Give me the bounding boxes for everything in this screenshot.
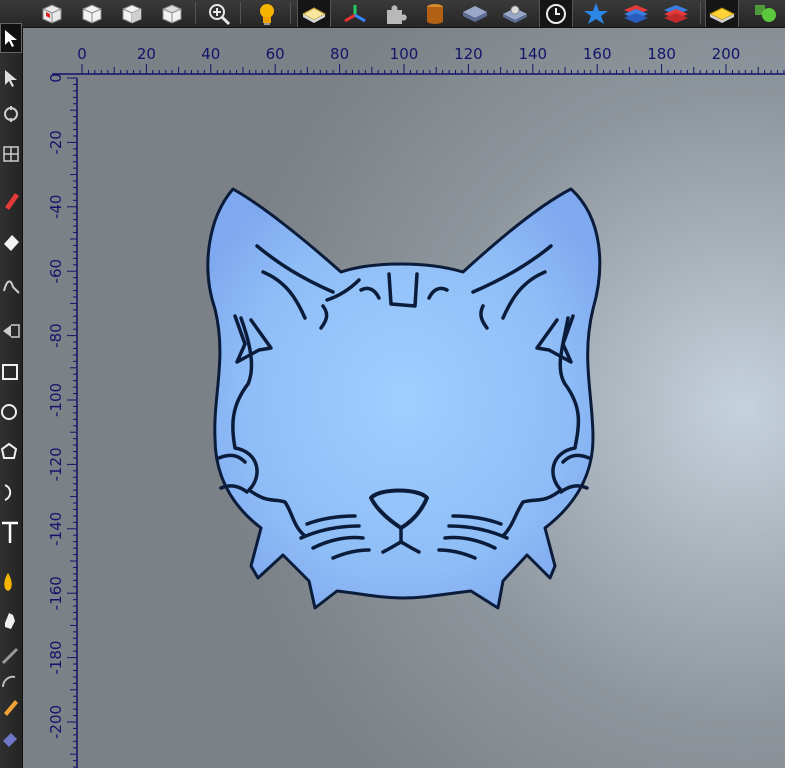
ruler-x-label: 160 (583, 45, 612, 63)
main-toolbar (0, 0, 785, 28)
layers-blue-icon[interactable] (619, 0, 653, 27)
fill-bucket-icon[interactable] (0, 567, 22, 597)
stack-slab-icon[interactable] (458, 0, 492, 27)
side-view-icon[interactable] (115, 0, 149, 27)
eraser-icon[interactable] (0, 227, 22, 257)
crop-arrow-icon[interactable] (0, 315, 22, 345)
flat-layer-icon[interactable] (297, 0, 331, 27)
ruler-x-label: 200 (712, 45, 741, 63)
pencil-icon[interactable] (0, 691, 22, 721)
tools-sidebar (0, 23, 23, 768)
transform-icon[interactable] (0, 99, 22, 129)
ruler-y-label: -140 (47, 512, 65, 546)
design-viewport: 0 20 40 60 80 100 120 140 160 180 200 0 -20 -40 -60 -8… (47, 45, 785, 768)
rectangle-icon[interactable] (0, 357, 22, 387)
view-cube-icon[interactable] (35, 0, 69, 27)
vertical-ruler: 0 -20 -40 -60 -80 -100 -120 -140 -160 -180 -200 (47, 73, 78, 768)
front-view-icon[interactable] (75, 0, 109, 27)
text-tool-icon[interactable] (0, 517, 22, 547)
polygon-icon[interactable] (0, 437, 22, 467)
star-icon[interactable] (579, 0, 613, 27)
ruler-y-label: 0 (47, 73, 65, 83)
ruler-y-label: -120 (47, 447, 65, 481)
ruler-y-label: -100 (47, 383, 65, 417)
ruler-x-label: 100 (390, 45, 419, 63)
ellipse-icon[interactable] (0, 397, 22, 427)
arc-icon[interactable] (0, 477, 22, 507)
ruler-y-label: -180 (47, 641, 65, 675)
stack-gear-icon[interactable] (498, 0, 532, 27)
ruler-x-label: 60 (266, 45, 285, 63)
axes-icon[interactable] (338, 0, 372, 27)
yellow-slab-icon[interactable] (705, 0, 739, 27)
smooth-tool-icon[interactable] (0, 271, 22, 301)
cat-head-shape[interactable] (206, 187, 602, 610)
warp-grid-icon[interactable] (0, 139, 22, 169)
ruler-x-label: 140 (518, 45, 547, 63)
puzzle-icon[interactable] (378, 0, 412, 27)
ruler-x-label: 40 (201, 45, 220, 63)
ruler-y-label: -160 (47, 576, 65, 610)
hand-pan-icon[interactable] (0, 605, 22, 635)
ruler-x-label: 180 (647, 45, 676, 63)
ruler-y-label: -80 (47, 323, 65, 348)
ruler-x-label: 0 (77, 45, 87, 63)
design-canvas[interactable]: 0 20 40 60 80 100 120 140 160 180 200 0 -20 -40 -60 -8… (23, 28, 785, 768)
ruler-y-label: -40 (47, 195, 65, 220)
sculpt-block-icon[interactable] (0, 723, 22, 753)
ruler-x-label: 20 (137, 45, 156, 63)
ruler-x-label: 80 (330, 45, 349, 63)
ruler-y-label: -200 (47, 705, 65, 739)
pen-tool-icon[interactable] (0, 185, 22, 215)
horizontal-ruler: 0 20 40 60 80 100 120 140 160 180 200 (52, 45, 785, 75)
ruler-y-label: -20 (47, 130, 65, 155)
green-shapes-icon[interactable] (749, 0, 783, 27)
ruler-y-label: -60 (47, 259, 65, 284)
light-bulb-icon[interactable] (250, 0, 284, 27)
clock-icon[interactable] (539, 0, 573, 27)
cylinder-icon[interactable] (418, 0, 452, 27)
zoom-in-icon[interactable] (202, 0, 236, 27)
top-view-icon[interactable] (155, 0, 189, 27)
node-edit-icon[interactable] (0, 63, 22, 93)
ruler-x-label: 120 (454, 45, 483, 63)
layers-red-icon[interactable] (659, 0, 693, 27)
select-arrow-icon[interactable] (0, 23, 22, 53)
